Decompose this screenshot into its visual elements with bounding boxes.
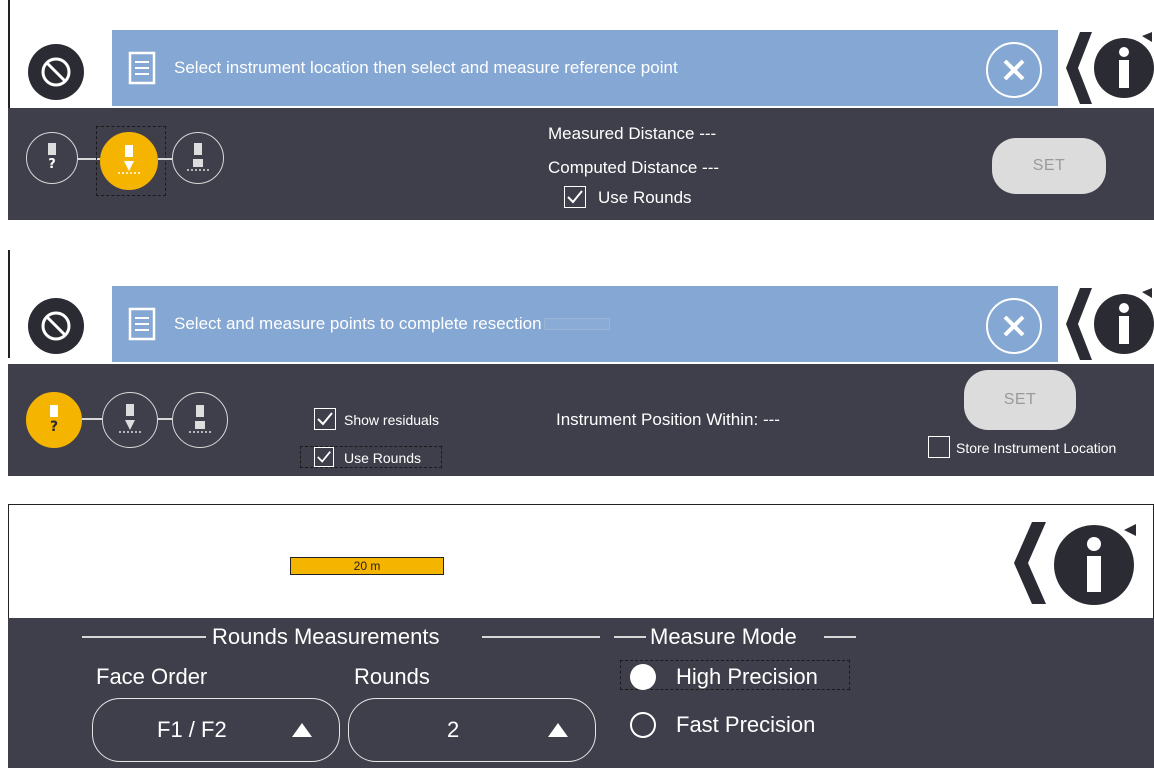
scale-label: 20 m [353,559,381,573]
use-rounds-label: Use Rounds [598,188,692,207]
svg-text:?: ? [50,419,58,435]
rounds-value: 2 [447,717,460,742]
cancel-icon [41,57,71,87]
use-rounds-label: Use Rounds [344,450,422,466]
close-button[interactable] [986,298,1042,354]
measure-mode-title: Measure Mode [650,624,797,649]
rounds-section-title: Rounds Measurements [212,624,440,649]
svg-text:?: ? [48,157,56,172]
use-rounds-checkbox[interactable] [314,447,334,467]
use-rounds-checkbox[interactable] [564,186,586,208]
mode-measure-button[interactable] [172,392,228,448]
mode-unknown-button[interactable]: ? [26,392,82,448]
set-button[interactable]: SET [992,138,1106,194]
rounds-select[interactable]: 2 [348,698,596,762]
info-button[interactable] [1008,516,1140,610]
triangle-up-icon [292,723,312,737]
document-icon [128,51,156,85]
fast-precision-label: Fast Precision [676,712,816,737]
instrument-setup-icon [119,404,141,433]
triangle-up-icon [548,723,568,737]
instrument-unknown-icon: ? [48,143,56,172]
info-button[interactable] [1058,286,1154,362]
instrument-setup-icon [118,145,140,174]
info-icon [1066,32,1154,104]
instrument-unknown-icon: ? [50,405,58,435]
panel-3: 20 m Rounds Measurements Measure Mode Fa… [8,504,1154,768]
message-bar: Select instrument location then select a… [112,30,1058,106]
show-residuals-label: Show residuals [344,412,439,428]
show-residuals-checkbox[interactable] [314,408,336,430]
instrument-measure-icon [189,405,211,433]
mode-measure-button[interactable] [172,132,224,184]
check-icon [567,190,583,204]
cancel-icon [41,311,71,341]
message-text: Select instrument location then select a… [174,58,678,77]
mode-setup-button[interactable] [102,392,158,448]
info-button[interactable] [1058,30,1154,106]
computed-distance: Computed Distance --- [548,158,720,177]
instrument-position: Instrument Position Within: --- [556,410,780,429]
store-location-checkbox[interactable] [928,436,950,458]
rounds-label: Rounds [354,664,430,689]
info-icon [1014,522,1136,605]
mode-setup-button[interactable] [100,132,158,190]
fast-precision-radio[interactable] [630,712,656,738]
instrument-measure-icon [187,143,209,171]
info-icon [1066,288,1154,360]
check-icon [317,451,331,463]
close-button[interactable] [986,42,1042,98]
close-icon [1003,315,1025,337]
high-precision-radio[interactable] [630,664,656,690]
store-location-label: Store Instrument Location [956,440,1117,456]
close-icon [1003,59,1025,81]
scale-bar: 20 m [290,557,444,575]
panel-1: Select instrument location then select a… [8,0,1154,220]
face-order-select[interactable]: F1 / F2 [92,698,340,762]
set-button[interactable]: SET [964,370,1076,430]
check-icon [317,412,333,426]
face-order-value: F1 / F2 [157,717,227,742]
measured-distance: Measured Distance --- [548,124,717,143]
mode-unknown-button[interactable]: ? [26,132,78,184]
panel-2: Select and measure points to complete re… [8,250,1154,476]
message-bar: Select and measure points to complete re… [112,286,1058,362]
cancel-button[interactable] [28,298,84,354]
message-text: Select and measure points to complete re… [174,314,542,333]
cancel-button[interactable] [28,44,84,100]
face-order-label: Face Order [96,664,208,689]
high-precision-label: High Precision [676,664,818,689]
document-icon [128,307,156,341]
